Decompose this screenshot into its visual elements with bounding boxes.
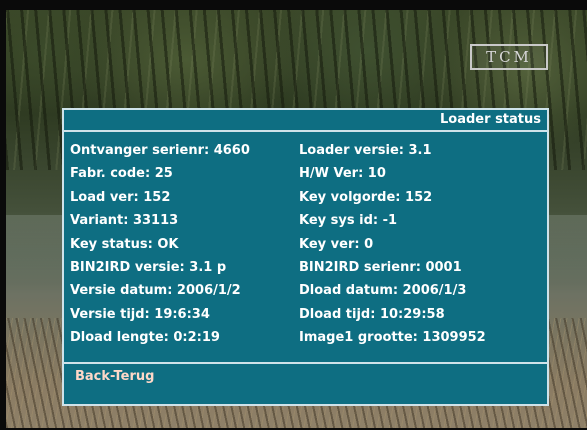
right-info-column: Loader versie: 3.1 H/W Ver: 10 Key volgo… xyxy=(299,141,486,352)
panel-header: Loader status xyxy=(64,110,547,132)
info-download-time: Dload tijd: 10:29:58 xyxy=(299,306,445,322)
panel-body: Ontvanger serienr: 4660 Fabr. code: 25 L… xyxy=(64,132,547,364)
info-bin2ird-version: BIN2IRD versie: 3.1 p xyxy=(70,259,227,275)
info-version-time: Versie tijd: 19:6:34 xyxy=(70,306,210,322)
info-bin2ird-serial: BIN2IRD serienr: 0001 xyxy=(299,259,462,275)
panel-title: Loader status xyxy=(440,112,541,127)
info-key-order: Key volgorde: 152 xyxy=(299,189,433,205)
info-loader-version: Loader versie: 3.1 xyxy=(299,143,432,158)
info-download-date: Dload datum: 2006/1/3 xyxy=(299,283,467,299)
channel-logo: TCM xyxy=(470,44,548,70)
panel-footer: Back-Terug xyxy=(64,364,547,406)
info-manufacturer-code: Fabr. code: 25 xyxy=(70,166,173,182)
info-variant: Variant: 33113 xyxy=(70,213,179,229)
info-load-version: Load ver: 152 xyxy=(70,189,171,205)
info-receiver-serial: Ontvanger serienr: 4660 xyxy=(70,143,250,158)
info-image1-size: Image1 grootte: 1309952 xyxy=(299,330,486,346)
info-key-sys-id: Key sys id: -1 xyxy=(299,213,398,229)
info-hw-version: H/W Ver: 10 xyxy=(299,166,386,182)
info-key-status: Key status: OK xyxy=(70,236,179,252)
info-version-date: Versie datum: 2006/1/2 xyxy=(70,283,241,299)
back-button[interactable]: Back-Terug xyxy=(75,369,154,384)
left-info-column: Ontvanger serienr: 4660 Fabr. code: 25 L… xyxy=(70,141,250,352)
info-download-length: Dload lengte: 0:2:19 xyxy=(70,330,220,346)
info-key-version: Key ver: 0 xyxy=(299,236,374,252)
loader-status-panel: Loader status Ontvanger serienr: 4660 Fa… xyxy=(62,108,549,406)
